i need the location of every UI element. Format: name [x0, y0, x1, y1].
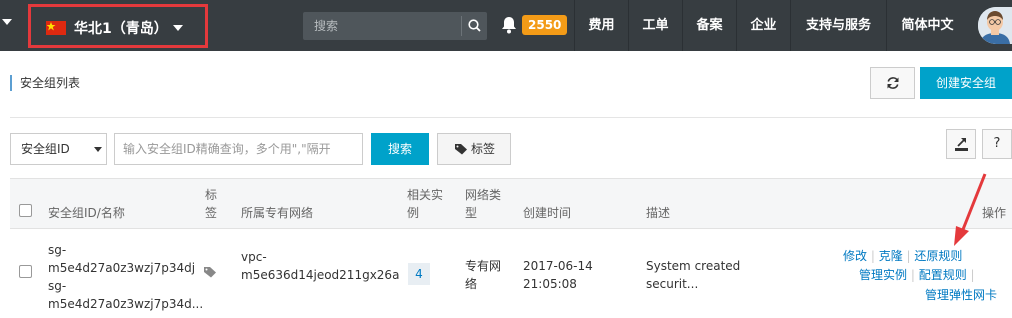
- annotation-arrow-icon: [954, 173, 987, 246]
- china-flag-icon: [46, 21, 66, 35]
- description-line1: System created: [646, 259, 741, 273]
- description-line2: securit...: [646, 277, 699, 291]
- created-time: 2017-06-14 21:05:08: [523, 257, 593, 293]
- security-group-name-line1: sg-: [48, 279, 67, 293]
- region-selector[interactable]: 华北1（青岛）: [28, 4, 208, 48]
- nav-icp-filing[interactable]: 备案: [682, 0, 736, 51]
- security-group-name: sg- m5e4d27a0z3wzj7p34d...: [48, 277, 203, 313]
- header-instances-line1: 相关实: [407, 188, 444, 202]
- separator: |: [970, 268, 975, 282]
- export-button[interactable]: [946, 129, 976, 159]
- network-type-line2: 络: [465, 277, 478, 291]
- row-actions-line3: 管理弹性网卡: [925, 286, 997, 304]
- chevron-down-icon: [94, 147, 102, 152]
- network-type: 专有网 络: [465, 257, 501, 293]
- export-icon: [955, 138, 968, 151]
- security-group-id-line1: sg-: [48, 243, 67, 257]
- separator: |: [870, 249, 879, 263]
- header-description: 描述: [646, 206, 671, 220]
- header-instances-line2: 例: [407, 206, 420, 220]
- separator: |: [910, 268, 919, 282]
- search-icon[interactable]: [461, 16, 485, 36]
- table-header: 安全组ID/名称 标 签 所属专有网络 相关实 例 网络类 型 创建时间 描述 …: [10, 178, 1012, 229]
- select-all-checkbox[interactable]: [19, 204, 32, 217]
- nav-tickets[interactable]: 工单: [628, 0, 682, 51]
- row-actions-line1: 修改 | 克隆 | 还原规则: [843, 247, 962, 265]
- search-field-select[interactable]: 安全组ID: [10, 133, 107, 165]
- modify-link[interactable]: 修改: [843, 249, 867, 263]
- description: System created securit...: [646, 257, 740, 293]
- notification-count-badge[interactable]: 2550: [522, 15, 568, 35]
- manage-instances-link[interactable]: 管理实例: [859, 268, 907, 282]
- tag-icon: [455, 144, 467, 155]
- related-instances-count[interactable]: 4: [408, 263, 430, 285]
- search-button[interactable]: 搜索: [371, 133, 429, 165]
- menu-toggle-caret-icon[interactable]: [2, 19, 12, 25]
- refresh-button[interactable]: [870, 67, 915, 99]
- created-date: 2017-06-14: [523, 259, 593, 273]
- help-button[interactable]: ?: [982, 129, 1012, 159]
- refresh-icon: [887, 77, 899, 89]
- global-search-input[interactable]: [303, 12, 463, 40]
- header-id-name: 安全组ID/名称: [48, 206, 125, 220]
- top-navigation-bar: 华北1（青岛） 2550 费用 工单 备案 企业 支持与服务 简体中文: [0, 0, 1012, 51]
- nav-billing[interactable]: 费用: [574, 0, 628, 51]
- user-avatar[interactable]: [978, 7, 1012, 44]
- network-type-line1: 专有网: [465, 259, 502, 273]
- nav-enterprise[interactable]: 企业: [736, 0, 790, 51]
- restore-rules-link[interactable]: 还原规则: [914, 249, 962, 263]
- vpc-id: vpc- m5e636d14jeod211gx26a: [241, 248, 399, 284]
- chevron-down-icon: [173, 25, 183, 31]
- header-network-type-line1: 网络类: [465, 188, 502, 202]
- security-group-id[interactable]: sg- m5e4d27a0z3wzj7p34dj: [48, 241, 195, 277]
- header-network-type-line2: 型: [465, 206, 478, 220]
- header-tags-line2: 签: [205, 206, 218, 220]
- header-tags-line1: 标: [205, 188, 218, 202]
- bell-icon[interactable]: [501, 16, 517, 37]
- configure-rules-link[interactable]: 配置规则: [919, 268, 967, 282]
- search-field-select-value: 安全组ID: [21, 142, 70, 156]
- vpc-id-line1: vpc-: [241, 250, 267, 264]
- vpc-id-line2: m5e636d14jeod211gx26a: [241, 268, 400, 282]
- tag-filter-button[interactable]: 标签: [437, 133, 511, 165]
- create-security-group-button[interactable]: 创建安全组: [920, 67, 1012, 99]
- tag-icon[interactable]: [204, 267, 217, 281]
- row-checkbox[interactable]: [19, 265, 32, 278]
- clone-link[interactable]: 克隆: [879, 249, 903, 263]
- header-vpc: 所属专有网络: [241, 206, 314, 220]
- nav-language[interactable]: 简体中文: [886, 0, 968, 51]
- divider: [10, 117, 1012, 118]
- security-group-name-line2: m5e4d27a0z3wzj7p34d...: [48, 297, 204, 311]
- row-actions-line2: 管理实例 | 配置规则 |: [859, 266, 975, 284]
- page-title: 安全组列表: [10, 75, 80, 91]
- security-group-id-input[interactable]: [114, 133, 363, 165]
- header-created-time: 创建时间: [523, 206, 572, 220]
- created-time-of-day: 21:05:08: [523, 277, 577, 291]
- security-group-id-line2: m5e4d27a0z3wzj7p34dj: [48, 261, 196, 275]
- manage-eni-link[interactable]: 管理弹性网卡: [925, 288, 997, 302]
- nav-support-services[interactable]: 支持与服务: [790, 0, 886, 51]
- tag-filter-label: 标签: [471, 142, 496, 156]
- global-search: [303, 12, 487, 40]
- region-label: 华北1（青岛）: [74, 21, 168, 37]
